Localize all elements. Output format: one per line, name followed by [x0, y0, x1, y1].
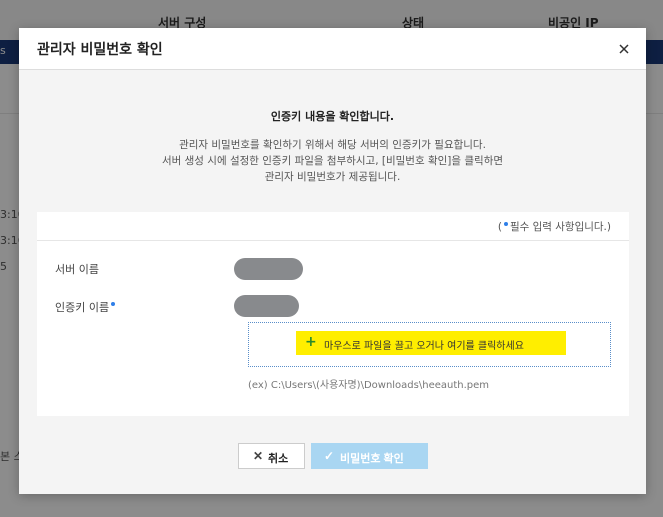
info-line: 서버 생성 시에 설정한 인증키 파일을 첨부하시고, [비밀번호 확인]을 클… — [161, 155, 504, 167]
info-line: 관리자 비밀번호를 확인하기 위해서 해당 서버의 인증키가 필요합니다. — [179, 139, 486, 151]
info-line: 관리자 비밀번호가 제공됩니다. — [264, 171, 401, 183]
cancel-button-label: 취소 — [268, 453, 289, 465]
server-name-label: 서버 이름 — [55, 263, 99, 276]
required-dot-icon — [111, 302, 116, 306]
close-icon[interactable] — [615, 40, 633, 58]
key-name-label-text: 인증키 이름 — [55, 301, 110, 314]
info-title: 인증키 내용을 확인합니다. — [270, 110, 395, 123]
info-description: 관리자 비밀번호를 확인하기 위해서 해당 서버의 인증키가 필요합니다. 서버… — [19, 137, 646, 185]
required-note-paren: ( — [497, 221, 502, 233]
required-dot-icon — [503, 222, 508, 226]
required-note-text: 필수 입력 사항입니다.) — [509, 221, 611, 233]
password-confirm-dialog: 관리자 비밀번호 확인 인증키 내용을 확인합니다. 관리자 비밀번호를 확인하… — [19, 28, 646, 494]
dropzone-highlight[interactable]: + 마우스로 파일을 끌고 오거나 여기를 클릭하세요 — [296, 331, 566, 355]
dialog-title: 관리자 비밀번호 확인 — [37, 42, 163, 58]
dialog-header: 관리자 비밀번호 확인 — [19, 28, 646, 70]
required-note-bar: ( 필수 입력 사항입니다.) — [37, 212, 629, 241]
server-name-value-redacted — [234, 258, 303, 280]
key-name-value-redacted — [234, 295, 299, 317]
confirm-password-button[interactable]: ✓ 비밀번호 확인 — [311, 443, 428, 469]
x-icon: ✕ — [253, 449, 264, 463]
cancel-button[interactable]: ✕ 취소 — [238, 443, 305, 469]
key-name-label: 인증키 이름 — [55, 299, 117, 315]
file-dropzone[interactable]: + 마우스로 파일을 끌고 오거나 여기를 클릭하세요 — [248, 322, 611, 367]
confirm-button-label: 비밀번호 확인 — [340, 453, 404, 465]
form-panel: ( 필수 입력 사항입니다.) 서버 이름 인증키 이름 + 마우스로 파일을 끌… — [37, 212, 629, 416]
check-icon: ✓ — [324, 449, 335, 463]
dropzone-text: 마우스로 파일을 끌고 오거나 여기를 클릭하세요 — [324, 341, 524, 352]
path-example: (ex) C:\Users\(사용자명)\Downloads\heeauth.p… — [248, 380, 490, 391]
plus-icon: + — [305, 334, 317, 350]
required-note: ( 필수 입력 사항입니다.) — [498, 219, 611, 234]
